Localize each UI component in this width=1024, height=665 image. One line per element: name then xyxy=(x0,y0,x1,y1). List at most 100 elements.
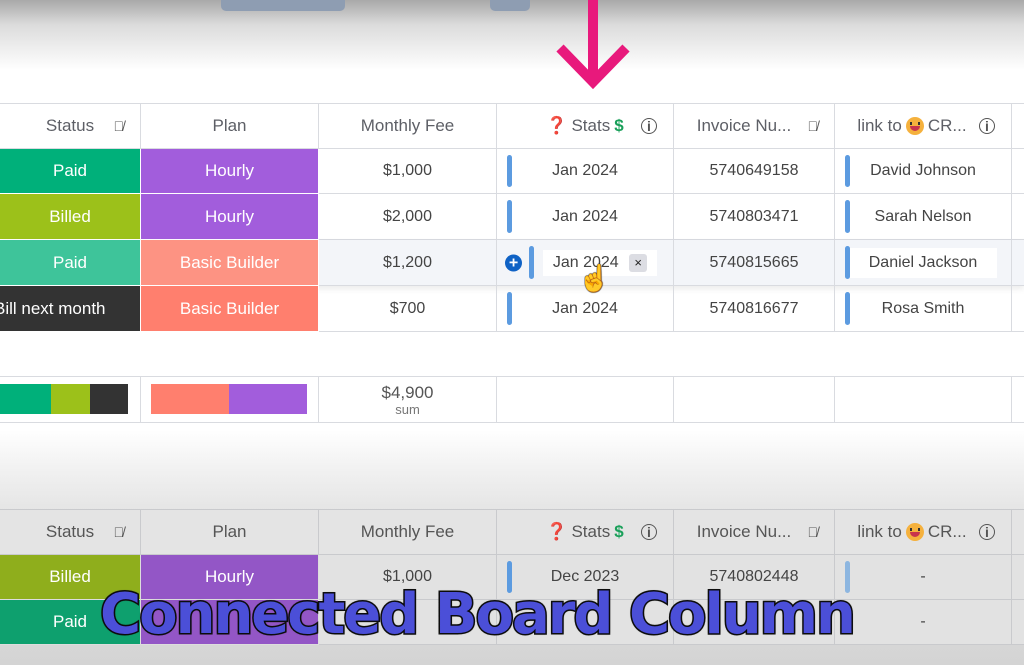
fee-cell[interactable]: $2,000 xyxy=(319,194,497,240)
hand-pointer-cursor-icon: ☝ xyxy=(578,263,611,293)
add-item-button[interactable]: + xyxy=(505,254,522,271)
column-header-link-to-crm[interactable]: link to CR... i xyxy=(835,103,1012,149)
status-label[interactable]: Bill next month xyxy=(0,286,141,332)
column-title: Invoice Nu... xyxy=(696,116,792,135)
column-header-status[interactable]: Status 👁̸ xyxy=(0,509,141,555)
overflow-cell xyxy=(1012,286,1024,332)
fee-cell[interactable]: $1,200 xyxy=(319,240,497,286)
invoice-cell[interactable]: 5740803471 xyxy=(674,194,835,240)
plan-label[interactable]: Hourly xyxy=(141,149,319,194)
status-label[interactable]: Billed xyxy=(0,194,141,240)
linked-item[interactable]: Daniel Jackson xyxy=(848,247,998,278)
plan-text: Hourly xyxy=(204,161,255,180)
status-text: Paid xyxy=(52,612,88,631)
table-row[interactable]: Paid Hourly $1,000 Jan 2024 5740649158 D… xyxy=(0,149,1024,194)
overflow-cell xyxy=(1012,240,1024,286)
invoice-cell[interactable]: 5740649158 xyxy=(674,149,835,194)
status-label[interactable]: Paid xyxy=(0,240,141,286)
linked-item[interactable]: David Johnson xyxy=(870,162,976,180)
info-icon[interactable]: i xyxy=(641,524,657,540)
column-header-plan[interactable]: Plan xyxy=(141,509,319,555)
column-header-link-to-crm[interactable]: link to CR... i xyxy=(835,509,1012,555)
column-header-stats[interactable]: ❓ Stats $ i xyxy=(497,509,674,555)
stats-cell[interactable]: Jan 2024 xyxy=(497,149,674,194)
toolbar-pill-small[interactable] xyxy=(490,0,530,11)
stats-cell[interactable]: Jan 2024 xyxy=(497,194,674,240)
status-label[interactable]: Paid xyxy=(0,149,141,194)
link-bar xyxy=(845,246,850,279)
plan-label[interactable]: Basic Builder xyxy=(141,240,319,286)
eye-slash-icon[interactable]: 👁̸ xyxy=(808,118,819,134)
status-summary-segment-bill-next-month xyxy=(90,384,128,414)
question-mark-icon: ❓ xyxy=(546,522,568,541)
header-row: Status 👁̸ Plan Monthly Fee ❓ Stats $ i I… xyxy=(0,103,1024,149)
question-mark-icon: ❓ xyxy=(546,116,568,135)
column-header-monthly-fee[interactable]: Monthly Fee xyxy=(319,103,497,149)
link-cell[interactable]: David Johnson xyxy=(835,149,1012,194)
stats-summary xyxy=(497,377,674,423)
plan-label[interactable]: Hourly xyxy=(141,194,319,240)
eye-slash-icon[interactable]: 👁̸ xyxy=(808,524,819,540)
table-row[interactable]: Billed Hourly $2,000 Jan 2024 5740803471… xyxy=(0,194,1024,240)
video-caption-title: Connected Board Column xyxy=(99,581,858,649)
link-cell[interactable]: Sarah Nelson xyxy=(835,194,1012,240)
toolbar-pill[interactable] xyxy=(221,0,345,11)
plan-text: Hourly xyxy=(204,206,255,226)
overflow-cell xyxy=(1012,600,1024,645)
info-icon[interactable]: i xyxy=(979,118,995,134)
fee-sum-value: $4,900 xyxy=(381,382,434,402)
column-header-invoice-number[interactable]: Invoice Nu... 👁̸ xyxy=(674,103,835,149)
table-row[interactable]: Bill next month Basic Builder $700 Jan 2… xyxy=(0,286,1024,332)
overflow-cell xyxy=(1012,555,1024,600)
invoice-cell[interactable]: 5740816677 xyxy=(674,286,835,332)
fee-summary: $4,900 sum xyxy=(319,377,497,423)
info-icon[interactable]: i xyxy=(979,524,995,540)
status-summary[interactable] xyxy=(0,377,141,423)
mirror-bar xyxy=(529,246,534,279)
column-header-overflow xyxy=(1012,103,1024,149)
column-header-plan[interactable]: Plan xyxy=(141,103,319,149)
link-cell[interactable]: Daniel Jackson xyxy=(835,240,1012,286)
invoice-summary xyxy=(674,377,835,423)
fee-cell[interactable]: $1,000 xyxy=(319,149,497,194)
linked-item[interactable]: Sarah Nelson xyxy=(875,208,972,226)
link-bar xyxy=(845,292,850,325)
overflow-cell xyxy=(1012,194,1024,240)
status-text: Bill next month xyxy=(0,298,106,318)
link-cell[interactable]: - xyxy=(835,555,1012,600)
column-header-monthly-fee[interactable]: Monthly Fee xyxy=(319,509,497,555)
linked-item-empty: - xyxy=(920,613,926,630)
pointer-arrow-icon xyxy=(556,0,630,90)
link-cell[interactable]: Rosa Smith xyxy=(835,286,1012,332)
linked-item[interactable]: Rosa Smith xyxy=(882,300,965,318)
plan-label[interactable]: Basic Builder xyxy=(141,286,319,332)
fee-text: $1,200 xyxy=(383,253,432,271)
column-title: Stats xyxy=(571,522,611,541)
status-summary-segment-billed xyxy=(51,384,90,414)
info-icon[interactable]: i xyxy=(641,118,657,134)
overflow-cell xyxy=(1012,377,1024,423)
invoice-cell[interactable]: 5740815665 xyxy=(674,240,835,286)
status-text: Paid xyxy=(52,161,88,180)
column-title: Status xyxy=(45,116,95,135)
link-cell[interactable]: - xyxy=(835,600,1012,645)
fee-text: $1,000 xyxy=(383,162,432,179)
grinning-face-icon xyxy=(905,117,924,135)
fee-text: $2,000 xyxy=(383,207,432,225)
eye-slash-icon[interactable]: 👁̸ xyxy=(114,524,125,540)
remove-item-button[interactable]: × xyxy=(629,253,648,272)
plan-summary[interactable] xyxy=(141,377,319,423)
plan-text: Basic Builder xyxy=(179,252,280,272)
fee-text: $700 xyxy=(389,299,426,317)
column-header-status[interactable]: Status 👁̸ xyxy=(0,103,141,149)
link-summary xyxy=(835,377,1012,423)
table-row-hovered[interactable]: Paid Basic Builder $1,200 + Jan 2024 × 5… xyxy=(0,240,1024,286)
eye-slash-icon[interactable]: 👁̸ xyxy=(114,118,125,134)
column-title: Monthly Fee xyxy=(360,116,455,135)
fee-cell[interactable]: $700 xyxy=(319,286,497,332)
column-header-invoice-number[interactable]: Invoice Nu... 👁̸ xyxy=(674,509,835,555)
column-header-stats[interactable]: ❓ Stats $ i xyxy=(497,103,674,149)
column-title: Plan xyxy=(212,522,247,541)
stats-text: Jan 2024 xyxy=(552,162,618,179)
summary-row: $4,900 sum xyxy=(0,376,1024,423)
